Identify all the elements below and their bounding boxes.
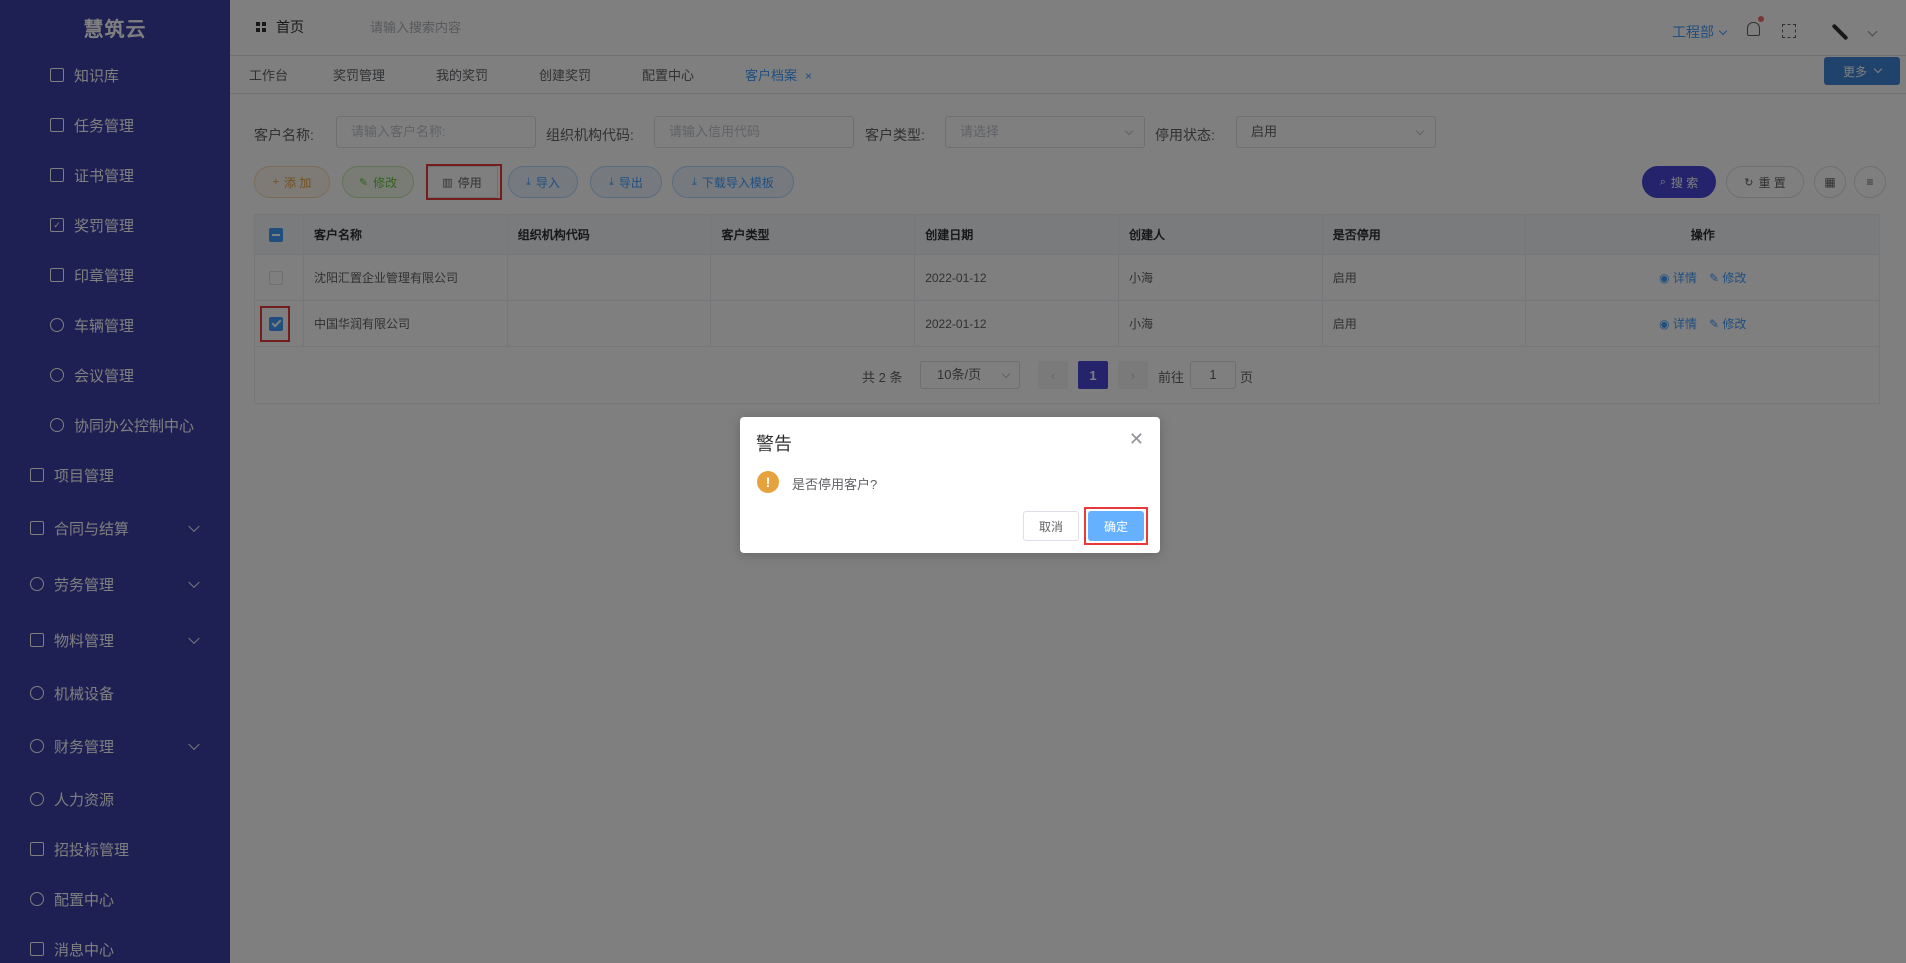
- dialog-title: 警告: [756, 434, 792, 454]
- confirm-button[interactable]: 确定: [1088, 511, 1144, 541]
- close-icon[interactable]: ✕: [1129, 429, 1144, 450]
- dialog-message: 是否停用客户?: [792, 477, 878, 492]
- cancel-button[interactable]: 取消: [1023, 511, 1079, 541]
- warning-dialog: 警告 ✕ ! 是否停用客户? 取消 确定: [740, 417, 1160, 553]
- warning-icon: !: [757, 471, 779, 493]
